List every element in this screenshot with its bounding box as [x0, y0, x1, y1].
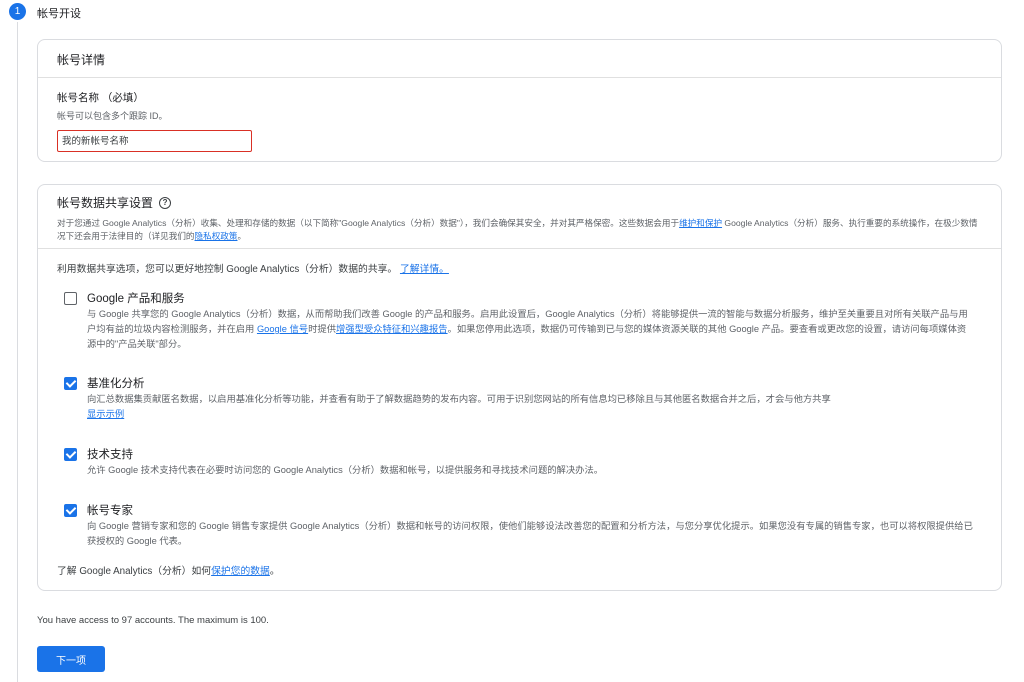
google-signals-link[interactable]: Google 信号: [257, 324, 308, 334]
account-name-help: 帐号可以包含多个跟踪 ID。: [57, 111, 168, 121]
data-sharing-intro: 利用数据共享选项，您可以更好地控制 Google Analytics（分析）数据…: [57, 264, 449, 275]
next-button[interactable]: 下一项: [37, 646, 105, 672]
account-name-label: 帐号名称 （必填）: [57, 92, 144, 104]
show-example-link[interactable]: 显示示例: [87, 409, 124, 419]
data-sharing-description: 对于您通过 Google Analytics（分析）收集、处理和存储的数据（以下…: [57, 218, 978, 241]
data-sharing-card: 帐号数据共享设置 ? 对于您通过 Google Analytics（分析）收集、…: [37, 184, 1002, 591]
option-description: 允许 Google 技术支持代表在必要时访问您的 Google Analytic…: [87, 465, 604, 475]
account-details-card: 帐号详情 帐号名称 （必填） 帐号可以包含多个跟踪 ID。: [37, 39, 1002, 162]
stepper-rail: [17, 22, 18, 682]
checkbox-account-specialists[interactable]: [64, 504, 77, 517]
checkbox-benchmarking[interactable]: [64, 377, 77, 390]
checkbox-technical-support[interactable]: [64, 448, 77, 461]
option-title: 技术支持: [87, 449, 133, 461]
protect-data-link[interactable]: 保护您的数据: [211, 566, 270, 577]
account-details-header: 帐号详情: [38, 40, 1001, 78]
option-description: 向汇总数据集贡献匿名数据，以启用基准化分析等功能，并查看有助于了解数据趋势的发布…: [87, 394, 831, 419]
step-title: 帐号开设: [37, 8, 81, 20]
account-access-text: You have access to 97 accounts. The maxi…: [37, 615, 269, 626]
checkbox-google-products[interactable]: [64, 292, 77, 305]
option-title: 基准化分析: [87, 378, 145, 390]
option-title: Google 产品和服务: [87, 293, 185, 305]
privacy-policy-link[interactable]: 隐私权政策: [195, 231, 238, 241]
option-title: 帐号专家: [87, 505, 133, 517]
option-description: 与 Google 共享您的 Google Analytics（分析）数据，从而帮…: [87, 309, 968, 349]
data-protection-note: 了解 Google Analytics（分析）如何保护您的数据。: [57, 566, 280, 577]
step-number-badge: 1: [9, 3, 26, 20]
learn-more-link[interactable]: 了解详情。: [400, 264, 449, 275]
maintain-protect-link[interactable]: 维护和保护: [679, 218, 722, 228]
enhanced-demographics-link[interactable]: 增强型受众特征和兴趣报告: [336, 324, 448, 334]
option-description: 向 Google 营销专家和您的 Google 销售专家提供 Google An…: [87, 521, 973, 546]
help-circle-icon[interactable]: ?: [159, 196, 172, 209]
account-name-input[interactable]: [57, 130, 252, 152]
data-sharing-title: 帐号数据共享设置: [57, 196, 154, 210]
